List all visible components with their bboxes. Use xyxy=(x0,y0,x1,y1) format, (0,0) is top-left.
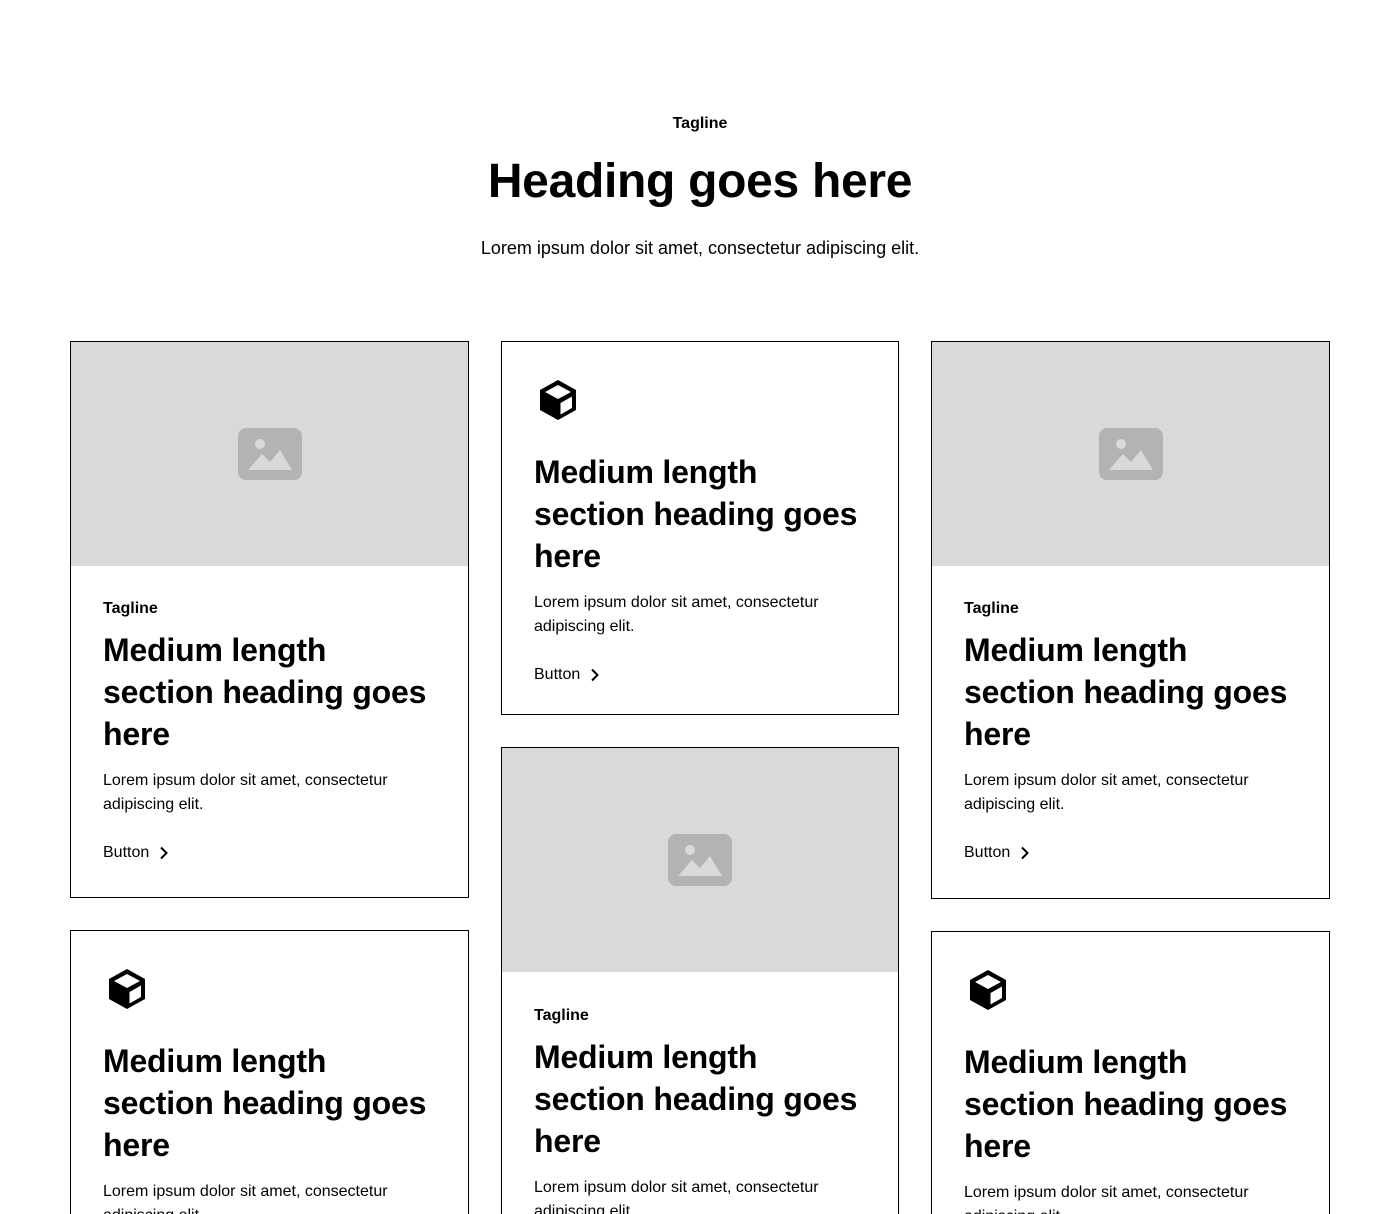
card-text: Lorem ipsum dolor sit amet, consectetur … xyxy=(964,1184,1249,1214)
card-text: Lorem ipsum dolor sit amet, consectetur … xyxy=(534,594,819,635)
card-text: Lorem ipsum dolor sit amet, consectetur … xyxy=(103,772,388,813)
cube-icon xyxy=(970,970,1006,1010)
button-label: Button xyxy=(103,844,150,861)
card-button[interactable]: Button xyxy=(964,841,1030,865)
image-placeholder xyxy=(71,342,468,566)
card-button[interactable]: Button xyxy=(103,841,169,865)
card-heading: Medium length section heading goes here xyxy=(964,1044,1288,1164)
image-placeholder-icon xyxy=(668,834,732,886)
card-heading: Medium length section heading goes here xyxy=(534,454,858,574)
card-heading: Medium length section heading goes here xyxy=(103,1043,427,1163)
chevron-right-icon xyxy=(1021,846,1030,860)
card-button[interactable]: Button xyxy=(534,663,600,687)
image-placeholder-icon xyxy=(1098,428,1163,480)
cube-icon xyxy=(540,380,576,420)
card-heading: Medium length section heading goes here xyxy=(103,632,427,752)
card-text: Lorem ipsum dolor sit amet, consectetur … xyxy=(103,1183,388,1214)
page-title: Heading goes here xyxy=(487,155,913,208)
chevron-right-icon xyxy=(591,668,600,682)
cube-icon xyxy=(109,969,145,1009)
card-image-3: Tagline Medium length section heading go… xyxy=(501,747,899,1214)
section-subtitle: Lorem ipsum dolor sit amet, consectetur … xyxy=(480,238,920,258)
card-text: Lorem ipsum dolor sit amet, consectetur … xyxy=(534,1179,819,1214)
card-tagline: Tagline xyxy=(103,600,158,617)
button-label: Button xyxy=(534,666,581,683)
card-heading: Medium length section heading goes here xyxy=(534,1039,858,1159)
card-icon-1: Medium length section heading goes here … xyxy=(501,341,899,715)
page: Tagline Heading goes here Lorem ipsum do… xyxy=(0,0,1400,1214)
card-tagline: Tagline xyxy=(534,1007,589,1024)
image-placeholder-icon xyxy=(237,428,302,480)
card-icon-2: Medium length section heading goes here … xyxy=(70,930,469,1214)
card-text: Lorem ipsum dolor sit amet, consectetur … xyxy=(964,772,1249,813)
card-heading: Medium length section heading goes here xyxy=(964,632,1288,752)
card-image-1: Tagline Medium length section heading go… xyxy=(70,341,469,898)
section-tagline: Tagline xyxy=(672,115,728,132)
chevron-right-icon xyxy=(160,846,169,860)
button-label: Button xyxy=(964,844,1011,861)
card-icon-3: Medium length section heading goes here … xyxy=(931,931,1330,1214)
image-placeholder xyxy=(502,748,898,972)
image-placeholder xyxy=(932,342,1329,566)
card-tagline: Tagline xyxy=(964,600,1019,617)
card-image-2: Tagline Medium length section heading go… xyxy=(931,341,1330,899)
